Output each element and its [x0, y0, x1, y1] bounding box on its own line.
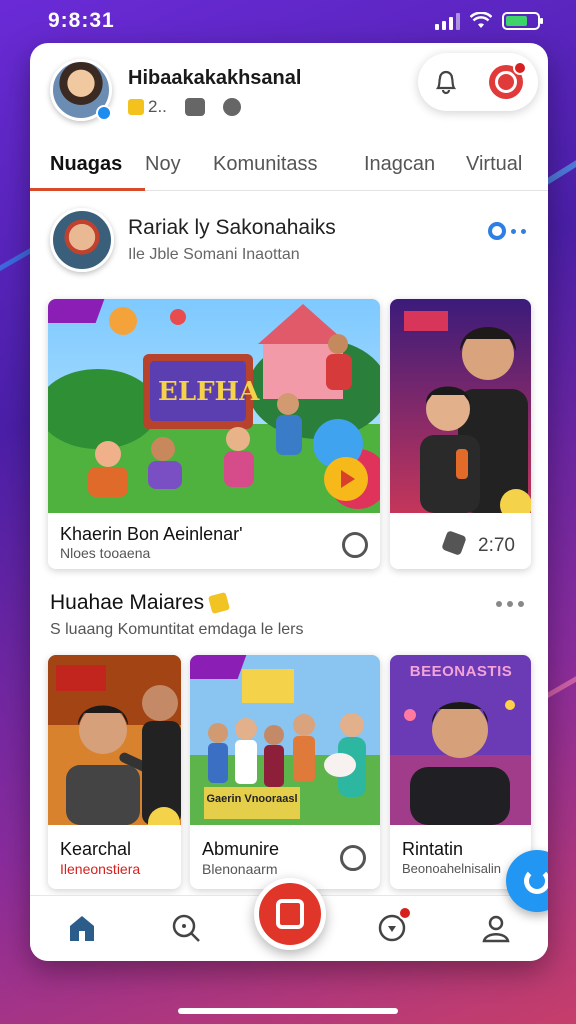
sticker-icon[interactable]	[184, 98, 205, 116]
card-banner-text: Gaerin Vnooraasl	[206, 793, 298, 805]
bell-icon[interactable]	[433, 69, 459, 95]
home-icon[interactable]	[66, 912, 98, 944]
app-window: Hibaakakakhsanal 2.. Nuagas Noy Komunita…	[30, 43, 548, 961]
notification-badge	[513, 61, 527, 75]
coin-value: 2..	[148, 97, 167, 116]
status-icons	[435, 12, 543, 30]
tab-virtual[interactable]: Virtual	[466, 153, 522, 176]
globe-icon[interactable]	[222, 98, 241, 116]
record-icon	[276, 899, 304, 929]
tab-nuagas[interactable]: Nuagas	[50, 153, 122, 176]
community-card[interactable]: BEEONASTIS Rintatin Beonoahelnisalin	[390, 655, 531, 889]
live-icon	[495, 71, 517, 93]
video-title: Khaerin Bon Aeinlenar'	[60, 524, 243, 544]
active-tab-indicator	[30, 188, 145, 191]
tab-bar: Nuagas Noy Komunitass Inagcan Virtual	[30, 143, 548, 191]
tag-ribbon	[48, 299, 105, 323]
featured-video-card[interactable]: 2:70	[390, 299, 531, 569]
status-time: 9:8:31	[48, 9, 115, 32]
signal-icon	[435, 12, 460, 30]
verified-badge-icon	[96, 105, 112, 121]
tab-noy[interactable]: Noy	[145, 153, 181, 176]
swirl-icon	[524, 868, 548, 894]
comment-icon[interactable]	[342, 532, 368, 558]
section-subtitle: S luaang Komuntitat emdaga le lers	[50, 621, 304, 638]
section-header: Huahae Maiares S luaang Komuntitat emdag…	[30, 591, 548, 651]
featured-header: Rariak ly Sakonahaiks Ile Jble Somani In…	[30, 208, 548, 288]
more-options-button[interactable]	[496, 601, 524, 607]
tag-ribbon	[190, 655, 247, 679]
coin-icon	[128, 99, 144, 115]
notifications-button[interactable]	[489, 61, 527, 99]
search-icon[interactable]	[170, 912, 202, 944]
card-title: Abmunire	[202, 839, 280, 859]
chat-icon[interactable]	[376, 906, 412, 944]
share-icon[interactable]	[340, 845, 366, 871]
card-thumbnail	[390, 655, 531, 825]
card-title: Kearchal	[60, 839, 132, 859]
channel-avatar[interactable]	[50, 208, 114, 272]
share-button[interactable]	[488, 222, 526, 240]
card-thumbnail	[48, 655, 181, 825]
featured-subtitle: Ile Jble Somani Inaottan	[128, 246, 300, 263]
tab-inagcan[interactable]: Inagcan	[364, 153, 435, 176]
featured-title: Rariak ly Sakonahaiks	[128, 216, 336, 239]
profile-header: Hibaakakakhsanal 2..	[30, 43, 548, 143]
card-banner-text: BEEONASTIS	[409, 663, 513, 680]
card-title: Rintatin	[402, 839, 464, 859]
coin-count: 2..	[128, 97, 167, 117]
section-title-text: Huahae Maiares	[50, 591, 205, 614]
header-actions	[418, 53, 538, 111]
play-button[interactable]	[324, 457, 368, 501]
bottom-navigation	[30, 878, 548, 961]
profile-icon[interactable]	[480, 912, 512, 944]
wifi-icon	[470, 12, 492, 28]
record-button[interactable]	[254, 878, 326, 950]
section-title: Huahae Maiares	[50, 591, 231, 615]
gear-icon	[488, 222, 506, 240]
tab-komunitass[interactable]: Komunitass	[213, 153, 318, 176]
card-subtitle: Blenonaarm	[202, 861, 278, 877]
battery-icon	[502, 12, 543, 30]
video-subtitle: Nloes tooaenа	[60, 545, 151, 561]
profile-meta: 2..	[128, 97, 241, 117]
community-card[interactable]: Kearchal Ileneonstiera	[48, 655, 181, 889]
tag-icon	[208, 592, 231, 615]
card-subtitle: Ileneonstiera	[60, 861, 141, 877]
username: Hibaakakakhsanal	[128, 67, 302, 89]
home-indicator[interactable]	[178, 1008, 398, 1014]
community-card[interactable]: Gaerin Vnooraasl Abmunire Blenonaarm	[190, 655, 380, 889]
card-subtitle: Beonoahelnisalin	[402, 861, 502, 876]
chat-badge	[398, 906, 412, 920]
featured-video-card[interactable]: ELFHA Khaerin Bon Aeinlenar' Nloes tooae…	[48, 299, 380, 569]
thumbnail-banner-text: ELFHA	[158, 377, 260, 407]
video-duration: 2:70	[478, 535, 515, 556]
video-thumbnail	[390, 299, 531, 513]
sparkle-icon	[441, 530, 467, 556]
status-bar: 9:8:31	[0, 0, 576, 42]
